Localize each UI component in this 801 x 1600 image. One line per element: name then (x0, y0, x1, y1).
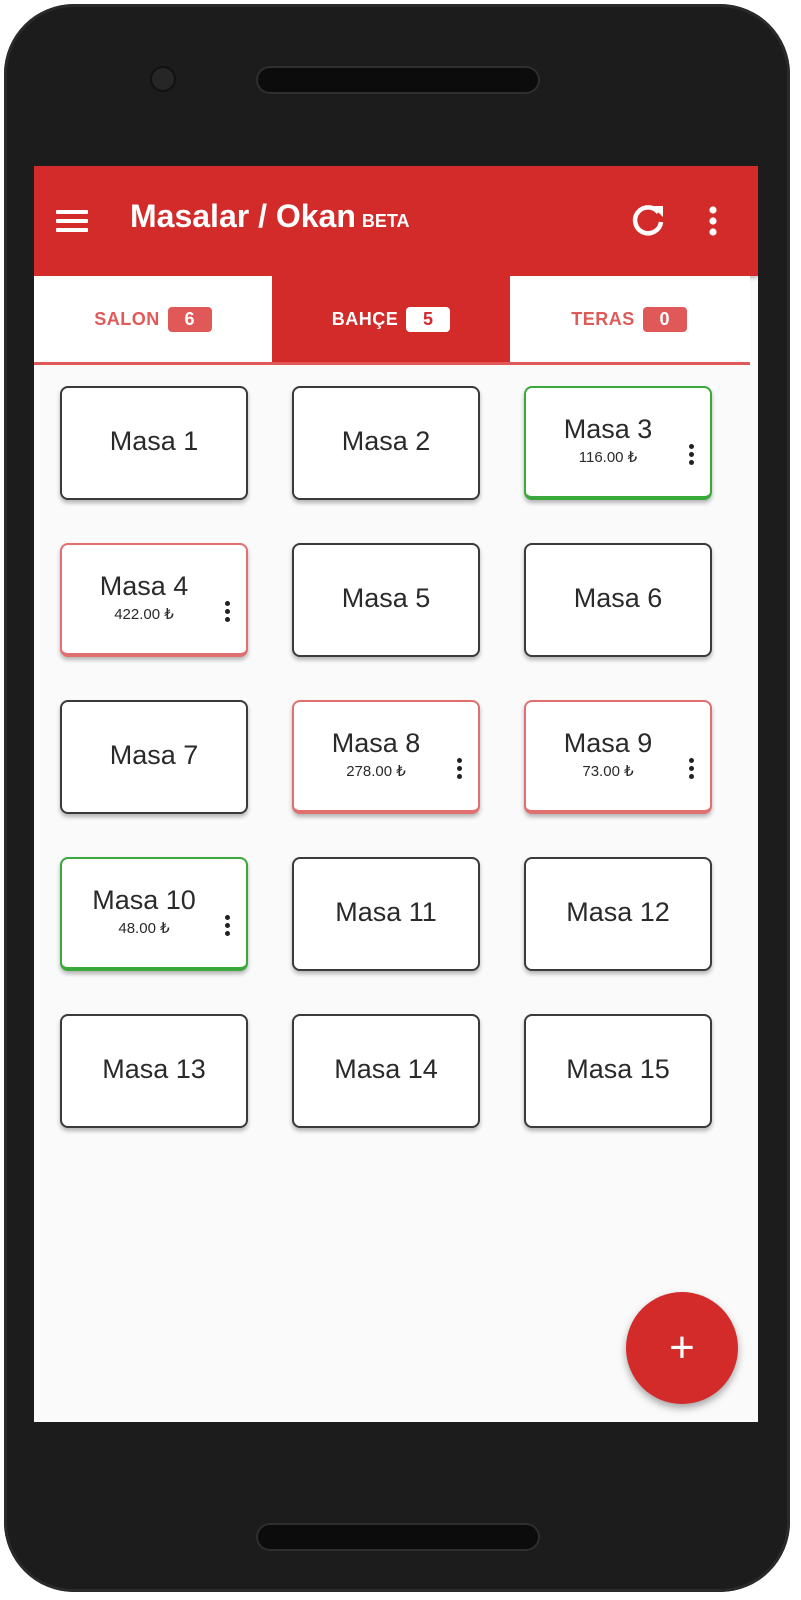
table-card[interactable]: Masa 5 (292, 543, 480, 657)
tab-teras[interactable]: TERAS 0 (510, 276, 748, 362)
app-bar: Masalar / Okan BETA (34, 166, 758, 276)
hamburger-menu-icon[interactable] (54, 206, 90, 236)
table-name: Masa 5 (341, 583, 431, 613)
app-screen: Masalar / Okan BETA SALON 6 BAHÇE 5 TERAS (34, 166, 758, 1422)
table-card[interactable]: Masa 13 (60, 1014, 248, 1128)
add-table-button[interactable]: + (626, 1292, 738, 1404)
table-more-vert-icon[interactable] (686, 444, 696, 472)
table-amount: 422.00 ₺ (114, 606, 174, 623)
table-card[interactable]: Masa 1 (60, 386, 248, 500)
table-more-vert-icon[interactable] (222, 601, 232, 629)
front-camera (150, 66, 176, 92)
table-name: Masa 6 (573, 583, 663, 613)
table-card[interactable]: Masa 6 (524, 543, 712, 657)
tab-label: TERAS (571, 308, 635, 329)
table-name: Masa 3 (563, 414, 653, 444)
table-amount: 48.00 ₺ (118, 920, 170, 937)
page-title: Masalar / Okan BETA (130, 198, 410, 235)
table-card[interactable]: Masa 12 (524, 857, 712, 971)
table-card[interactable]: Masa 7 (60, 700, 248, 814)
tab-count-badge: 0 (642, 306, 687, 332)
table-card[interactable]: Masa 9 73.00 ₺ (524, 700, 712, 814)
table-card[interactable]: Masa 14 (292, 1014, 480, 1128)
tab-bahce[interactable]: BAHÇE 5 (272, 276, 510, 362)
table-name: Masa 12 (566, 897, 670, 927)
tab-label: BAHÇE (331, 308, 399, 329)
table-card[interactable]: Masa 15 (524, 1014, 712, 1128)
tab-label: SALON (94, 308, 160, 329)
table-name: Masa 8 (331, 728, 421, 758)
top-speaker (258, 68, 538, 92)
table-name: Masa 9 (563, 728, 653, 758)
page-title-text: Masalar / Okan (130, 198, 356, 234)
beta-badge: BETA (361, 211, 410, 231)
table-amount: 278.00 ₺ (346, 763, 406, 780)
more-vert-icon[interactable] (698, 202, 728, 242)
table-card[interactable]: Masa 3 116.00 ₺ (524, 386, 712, 500)
table-more-vert-icon[interactable] (222, 915, 232, 943)
table-name: Masa 11 (335, 897, 437, 927)
table-amount: 116.00 ₺ (578, 449, 638, 466)
bottom-speaker (258, 1525, 538, 1549)
table-name: Masa 13 (102, 1054, 206, 1084)
table-name: Masa 14 (334, 1054, 438, 1084)
tab-count-badge: 6 (167, 306, 212, 332)
table-name: Masa 7 (109, 740, 199, 770)
add-icon: + (669, 1323, 695, 1372)
table-name: Masa 10 (92, 885, 196, 915)
table-amount: 73.00 ₺ (582, 763, 634, 780)
table-card[interactable]: Masa 4 422.00 ₺ (60, 543, 248, 657)
table-card[interactable]: Masa 10 48.00 ₺ (60, 857, 248, 971)
table-more-vert-icon[interactable] (686, 758, 696, 786)
table-more-vert-icon[interactable] (454, 758, 464, 786)
refresh-icon[interactable] (628, 200, 668, 240)
table-card[interactable]: Masa 8 278.00 ₺ (292, 700, 480, 814)
table-name: Masa 15 (566, 1054, 670, 1084)
table-card[interactable]: Masa 11 (292, 857, 480, 971)
table-name: Masa 4 (99, 571, 189, 601)
tab-count-badge: 5 (406, 306, 451, 332)
area-tabs: SALON 6 BAHÇE 5 TERAS 0 (34, 276, 750, 365)
table-name: Masa 2 (341, 426, 431, 456)
table-card[interactable]: Masa 2 (292, 386, 480, 500)
table-name: Masa 1 (109, 426, 199, 456)
tab-salon[interactable]: SALON 6 (34, 276, 272, 362)
